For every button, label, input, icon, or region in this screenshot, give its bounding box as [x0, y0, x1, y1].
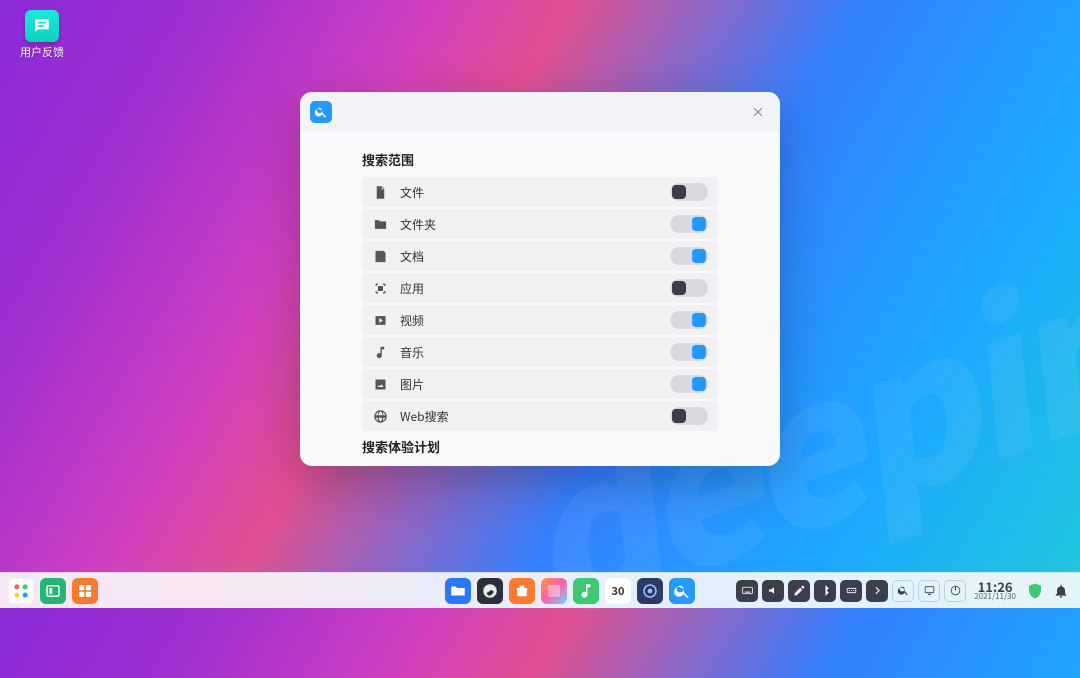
toggle-video[interactable] [670, 311, 708, 329]
panel-body: 搜索范围 文件 文件夹 文档 应用 视频 音乐 [300, 132, 780, 466]
scope-label: Web搜索 [400, 408, 670, 425]
dock-album[interactable] [541, 578, 567, 604]
scope-row-file: 文件 [362, 177, 718, 207]
tray-bluetooth[interactable] [814, 580, 836, 602]
document-icon [372, 248, 388, 264]
dock: 30 11:26 2021/11/30 [0, 572, 1080, 608]
section-title-experience: 搜索体验计划 [362, 437, 718, 456]
close-button[interactable] [746, 100, 770, 124]
clock-date: 2021/11/30 [974, 593, 1016, 601]
dock-file-manager[interactable] [445, 578, 471, 604]
toggle-picture[interactable] [670, 375, 708, 393]
scope-row-folder: 文件夹 [362, 209, 718, 239]
toggle-document[interactable] [670, 247, 708, 265]
dock-control-center[interactable] [637, 578, 663, 604]
dock-music[interactable] [573, 578, 599, 604]
folder-icon [372, 216, 388, 232]
scope-row-video: 视频 [362, 305, 718, 335]
scope-label: 文件夹 [400, 216, 670, 233]
toggle-music[interactable] [670, 343, 708, 361]
desktop-icon-feedback[interactable]: 用户反馈 [18, 10, 66, 60]
music-icon [372, 344, 388, 360]
web-icon [372, 408, 388, 424]
dock-app-1[interactable] [72, 578, 98, 604]
dock-calendar[interactable]: 30 [605, 578, 631, 604]
toggle-websearch[interactable] [670, 407, 708, 425]
dock-browser[interactable] [477, 578, 503, 604]
app-icon [372, 280, 388, 296]
search-app-icon [310, 101, 332, 123]
tray-search[interactable] [892, 580, 914, 602]
file-icon [372, 184, 388, 200]
tray-expand[interactable] [866, 580, 888, 602]
scope-row-music: 音乐 [362, 337, 718, 367]
tray-clock[interactable]: 11:26 2021/11/30 [970, 580, 1020, 601]
desktop-icon-label: 用户反馈 [20, 46, 64, 60]
scope-label: 视频 [400, 312, 670, 329]
tray-keyboard[interactable] [736, 580, 758, 602]
feedback-icon [25, 10, 59, 42]
scope-row-websearch: Web搜索 [362, 401, 718, 431]
tray-network[interactable] [840, 580, 862, 602]
scope-label: 文件 [400, 184, 670, 201]
video-icon [372, 312, 388, 328]
tray-notifications[interactable] [1050, 580, 1072, 602]
tray-pen[interactable] [788, 580, 810, 602]
scope-label: 音乐 [400, 344, 670, 361]
scope-row-picture: 图片 [362, 369, 718, 399]
launcher-button[interactable] [8, 578, 34, 604]
toggle-app[interactable] [670, 279, 708, 297]
dock-grand-search[interactable] [669, 578, 695, 604]
tray-volume[interactable] [762, 580, 784, 602]
scope-label: 应用 [400, 280, 670, 297]
panel-titlebar [300, 92, 780, 132]
search-settings-panel: 搜索范围 文件 文件夹 文档 应用 视频 音乐 [300, 92, 780, 466]
multitask-button[interactable] [40, 578, 66, 604]
dock-app-store[interactable] [509, 578, 535, 604]
tray-desktop[interactable] [918, 580, 940, 602]
tray-security-icon[interactable] [1024, 580, 1046, 602]
toggle-folder[interactable] [670, 215, 708, 233]
scope-label: 文档 [400, 248, 670, 265]
calendar-day: 30 [612, 583, 625, 599]
scope-label: 图片 [400, 376, 670, 393]
scope-row-document: 文档 [362, 241, 718, 271]
section-title-scope: 搜索范围 [362, 150, 718, 169]
tray-power[interactable] [944, 580, 966, 602]
scope-row-app: 应用 [362, 273, 718, 303]
toggle-file[interactable] [670, 183, 708, 201]
picture-icon [372, 376, 388, 392]
